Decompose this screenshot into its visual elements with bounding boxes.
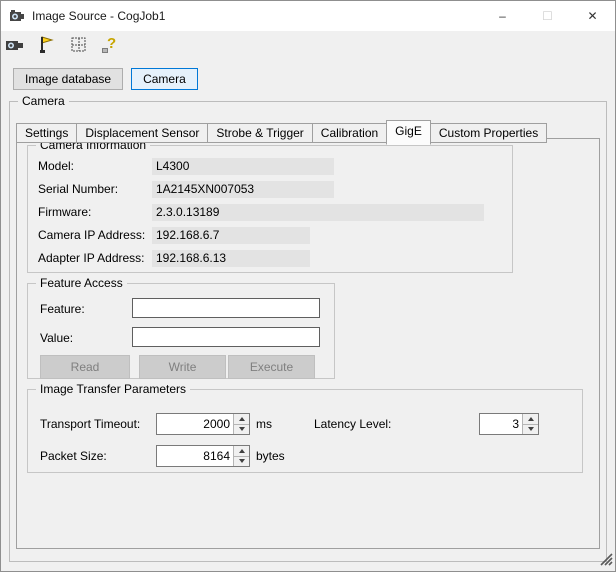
transport-timeout-unit: ms <box>256 417 272 431</box>
help-question-glyph: ? <box>107 35 117 52</box>
serial-number-label: Serial Number: <box>38 182 119 196</box>
value-input[interactable] <box>132 327 320 347</box>
tab-calibration[interactable]: Calibration <box>311 123 388 143</box>
tab-displacement-sensor[interactable]: Displacement Sensor <box>76 123 209 143</box>
arrow-up-icon <box>527 416 534 421</box>
window-title: Image Source - CogJob1 <box>32 9 166 23</box>
camera-groupbox: Camera Settings Displacement Sensor Stro… <box>9 94 607 562</box>
camera-button[interactable]: Camera <box>131 68 198 90</box>
resize-grip[interactable] <box>600 553 613 569</box>
transport-timeout-stepper <box>156 413 250 435</box>
feature-access-label: Feature Access <box>36 276 127 290</box>
firmware-label: Firmware: <box>38 205 92 219</box>
close-button[interactable]: ✕ <box>570 1 615 31</box>
camera-information-group: Camera Information Model: L4300 Serial N… <box>27 138 513 273</box>
latency-level-input[interactable] <box>480 414 522 434</box>
gige-tab-panel: Camera Information Model: L4300 Serial N… <box>16 138 600 549</box>
image-source-window: Image Source - CogJob1 – ☐ ✕ ? Image dat… <box>0 0 616 572</box>
arrow-down-icon <box>527 427 534 432</box>
camera-ip-label: Camera IP Address: <box>38 228 146 242</box>
arrow-down-icon <box>238 427 245 432</box>
camera-icon[interactable] <box>5 36 25 54</box>
model-label: Model: <box>38 159 75 173</box>
firmware-value: 2.3.0.13189 <box>152 204 484 221</box>
transport-timeout-label: Transport Timeout: <box>40 417 141 431</box>
read-button: Read <box>40 355 130 379</box>
adapter-ip-value: 192.168.6.13 <box>152 250 310 267</box>
packet-size-unit: bytes <box>256 449 285 463</box>
write-button: Write <box>139 355 226 379</box>
spin-up-button[interactable] <box>234 446 249 457</box>
arrow-up-icon <box>238 416 245 421</box>
tab-custom-properties[interactable]: Custom Properties <box>429 123 548 143</box>
image-transfer-label: Image Transfer Parameters <box>36 382 191 396</box>
arrow-down-icon <box>238 459 245 464</box>
execute-button: Execute <box>228 355 315 379</box>
grid-icon[interactable] <box>69 36 89 54</box>
image-transfer-group: Image Transfer Parameters Transport Time… <box>27 382 583 473</box>
titlebar: Image Source - CogJob1 – ☐ ✕ <box>1 1 615 31</box>
serial-number-value: 1A2145XN007053 <box>152 181 334 198</box>
latency-level-label: Latency Level: <box>314 417 392 431</box>
transport-timeout-arrows <box>233 414 249 434</box>
spin-up-button[interactable] <box>523 414 538 425</box>
app-icon <box>9 8 25 24</box>
model-value: L4300 <box>152 158 334 175</box>
value-label: Value: <box>40 331 74 345</box>
camera-tabs: Settings Displacement Sensor Strobe & Tr… <box>16 118 548 145</box>
spin-up-button[interactable] <box>234 414 249 425</box>
latency-level-stepper <box>479 413 539 435</box>
camera-ip-value: 192.168.6.7 <box>152 227 310 244</box>
minimize-button[interactable]: – <box>480 1 525 31</box>
spin-down-button[interactable] <box>234 456 249 466</box>
toolbar: ? <box>1 31 615 59</box>
packet-size-arrows <box>233 446 249 466</box>
tab-settings[interactable]: Settings <box>16 123 78 143</box>
tab-gige[interactable]: GigE <box>386 120 431 145</box>
packet-size-stepper <box>156 445 250 467</box>
pointer-flag-icon[interactable] <box>37 36 57 54</box>
spin-down-button[interactable] <box>523 424 538 434</box>
help-icon[interactable]: ? <box>101 35 121 54</box>
feature-access-group: Feature Access Feature: Value: Read Writ… <box>27 276 335 379</box>
camera-groupbox-label: Camera <box>18 94 69 108</box>
spin-down-button[interactable] <box>234 424 249 434</box>
packet-size-input[interactable] <box>157 446 233 466</box>
maximize-button[interactable]: ☐ <box>525 1 570 31</box>
feature-input[interactable] <box>132 298 320 318</box>
feature-label: Feature: <box>40 302 85 316</box>
tab-strobe-trigger[interactable]: Strobe & Trigger <box>207 123 313 143</box>
adapter-ip-label: Adapter IP Address: <box>38 251 145 265</box>
source-selector: Image database Camera <box>1 59 615 90</box>
image-database-button[interactable]: Image database <box>13 68 124 90</box>
window-controls: – ☐ ✕ <box>480 1 615 31</box>
arrow-up-icon <box>238 448 245 453</box>
latency-level-arrows <box>522 414 538 434</box>
packet-size-label: Packet Size: <box>40 449 107 463</box>
transport-timeout-input[interactable] <box>157 414 233 434</box>
